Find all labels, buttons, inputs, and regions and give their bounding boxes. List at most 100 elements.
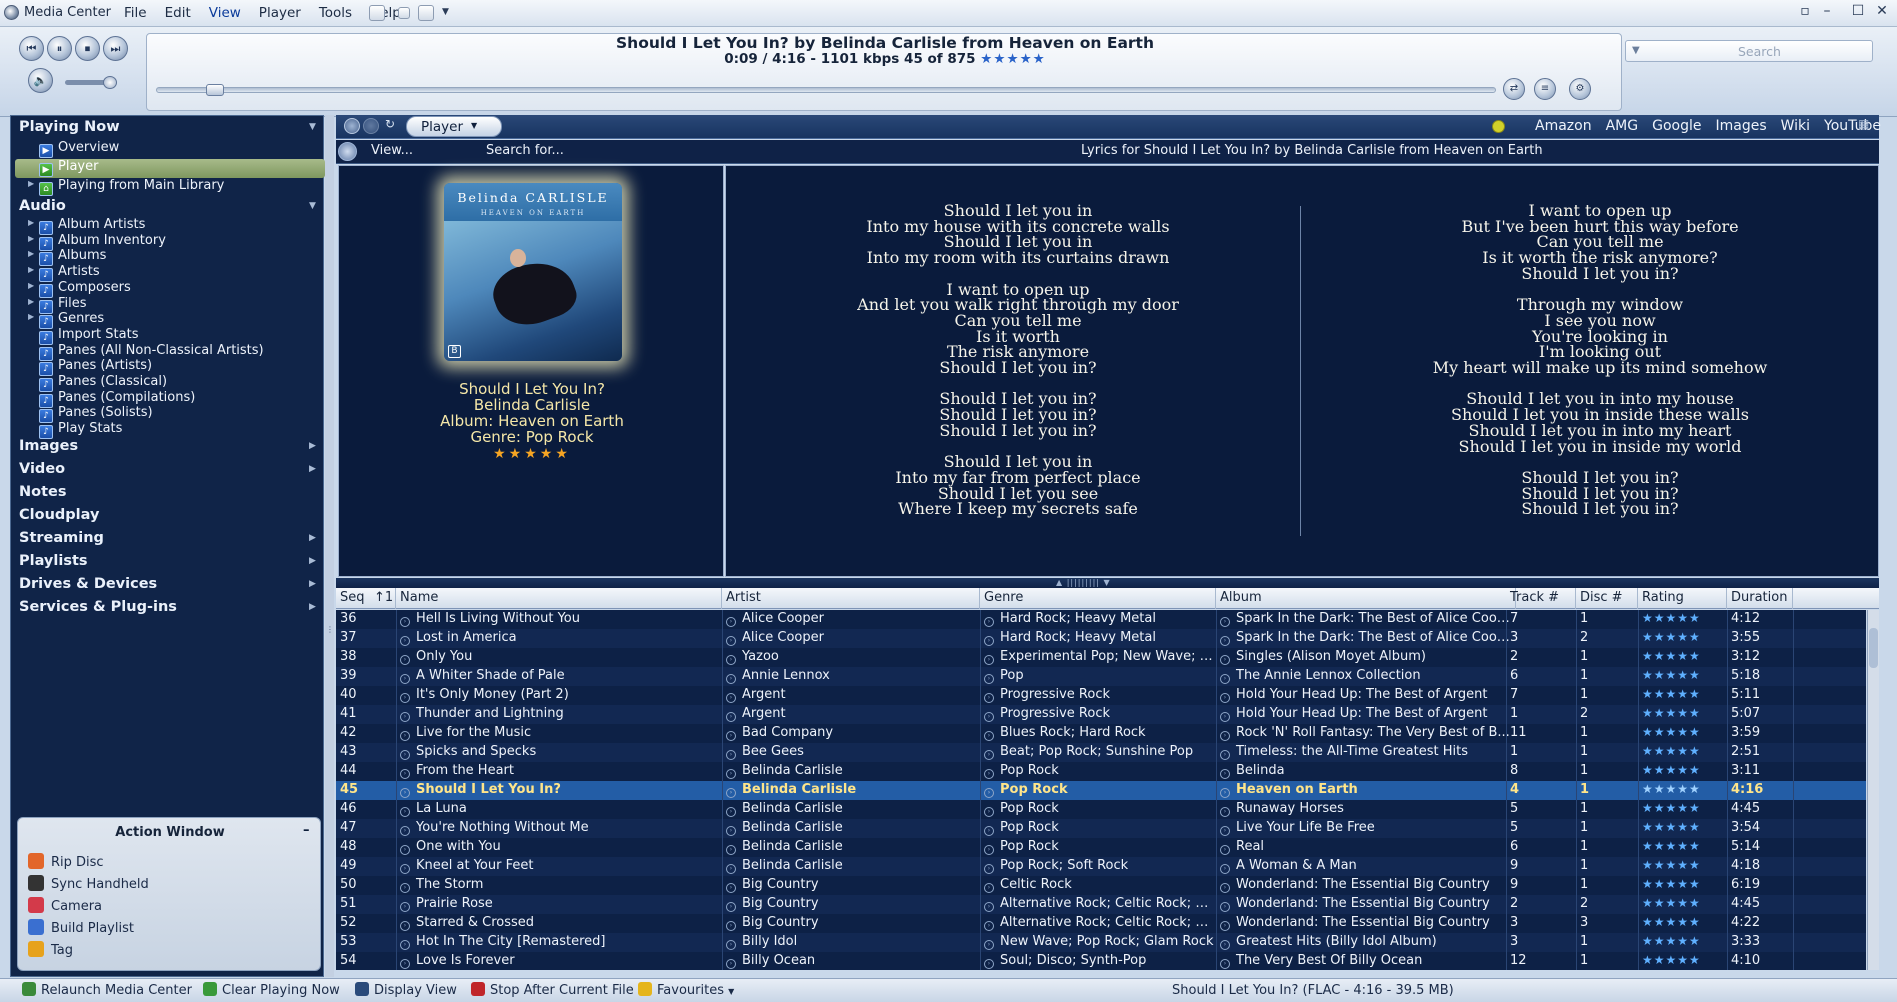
link-arrow-icon[interactable]: › bbox=[726, 636, 736, 646]
expand-icon[interactable]: ▶ bbox=[309, 441, 316, 451]
tree-images[interactable]: Images ▶ bbox=[19, 438, 316, 454]
link-arrow-icon[interactable]: › bbox=[1220, 617, 1230, 627]
link-arrow-icon[interactable]: › bbox=[400, 750, 410, 760]
forward-icon[interactable] bbox=[363, 118, 379, 134]
volume-icon[interactable]: 🔈 bbox=[28, 68, 53, 93]
clear-playing-now-button[interactable]: Clear Playing Now bbox=[203, 982, 340, 998]
link-arrow-icon[interactable]: › bbox=[984, 902, 994, 912]
toolbar-expand-icon[interactable] bbox=[418, 5, 434, 21]
link-arrow-icon[interactable]: › bbox=[1220, 959, 1230, 969]
cell-rating[interactable]: ★★★★★ bbox=[1638, 839, 1727, 857]
cell-rating[interactable]: ★★★★★ bbox=[1638, 896, 1727, 914]
shuffle-icon[interactable]: ⇄ bbox=[1503, 78, 1525, 100]
refresh-icon[interactable]: ↻ bbox=[385, 117, 395, 131]
link-arrow-icon[interactable]: › bbox=[400, 845, 410, 855]
expand-icon[interactable]: ▶ bbox=[309, 556, 316, 566]
link-arrow-icon[interactable]: › bbox=[1220, 883, 1230, 893]
pause-button[interactable]: ⏸ bbox=[47, 36, 72, 61]
link-arrow-icon[interactable]: › bbox=[400, 731, 410, 741]
column-disc[interactable]: Disc # bbox=[1576, 588, 1638, 609]
table-row[interactable]: 52 › Starred & Crossed › Big Country › Alterna… bbox=[336, 914, 1866, 933]
tree-playing-now[interactable]: Playing Now ▼ bbox=[19, 119, 316, 135]
action-sync-handheld[interactable]: Sync Handheld bbox=[28, 875, 149, 892]
table-row[interactable]: 51 › Prairie Rose › Big Country › Alternative … bbox=[336, 895, 1866, 914]
link-arrow-icon[interactable]: › bbox=[400, 807, 410, 817]
link-amazon[interactable]: Amazon bbox=[1528, 118, 1599, 134]
search-for-link[interactable]: Search for... bbox=[486, 143, 564, 158]
expand-icon[interactable]: ▶ bbox=[28, 218, 34, 227]
link-arrow-icon[interactable]: › bbox=[400, 788, 410, 798]
table-row[interactable]: 49 › Kneel at Your Feet › Belinda Carlisle › P… bbox=[336, 857, 1866, 876]
tree-notes[interactable]: Notes bbox=[19, 484, 67, 500]
link-arrow-icon[interactable]: › bbox=[984, 674, 994, 684]
link-arrow-icon[interactable]: › bbox=[984, 655, 994, 665]
link-arrow-icon[interactable]: › bbox=[1220, 750, 1230, 760]
cell-rating[interactable]: ★★★★★ bbox=[1638, 649, 1727, 667]
horizontal-splitter[interactable]: ▲ ||||||||| ▼ bbox=[336, 578, 1879, 588]
link-arrow-icon[interactable]: › bbox=[726, 788, 736, 798]
dsp-icon[interactable]: ⚙ bbox=[1569, 78, 1591, 100]
link-arrow-icon[interactable]: › bbox=[726, 959, 736, 969]
link-arrow-icon[interactable]: › bbox=[1220, 712, 1230, 722]
cell-rating[interactable]: ★★★★★ bbox=[1638, 744, 1727, 762]
cell-rating[interactable]: ★★★★★ bbox=[1638, 782, 1727, 800]
album-cover-art[interactable]: Belinda CARLISLE HEAVEN ON EARTH B bbox=[444, 183, 622, 361]
tree-video[interactable]: Video ▶ bbox=[19, 461, 316, 477]
chevron-down-icon[interactable]: ▼ bbox=[728, 987, 734, 996]
link-arrow-icon[interactable]: › bbox=[984, 617, 994, 627]
link-arrow-icon[interactable]: › bbox=[400, 902, 410, 912]
cell-rating[interactable]: ★★★★★ bbox=[1638, 763, 1727, 781]
link-arrow-icon[interactable]: › bbox=[726, 769, 736, 779]
link-arrow-icon[interactable]: › bbox=[726, 902, 736, 912]
link-arrow-icon[interactable]: › bbox=[1220, 769, 1230, 779]
next-button[interactable]: ⏭ bbox=[103, 36, 128, 61]
expand-icon[interactable]: ▶ bbox=[28, 297, 34, 306]
tree-services-plug-ins[interactable]: Services & Plug-ins ▶ bbox=[19, 599, 316, 615]
link-arrow-icon[interactable]: › bbox=[984, 864, 994, 874]
link-arrow-icon[interactable]: › bbox=[400, 883, 410, 893]
link-arrow-icon[interactable]: › bbox=[984, 750, 994, 760]
cell-rating[interactable]: ★★★★★ bbox=[1638, 611, 1727, 629]
expand-icon[interactable]: ▶ bbox=[309, 464, 316, 474]
relaunch-media-center-button[interactable]: Relaunch Media Center bbox=[22, 982, 192, 998]
link-arrow-icon[interactable]: › bbox=[400, 674, 410, 684]
expand-icon[interactable]: ▶ bbox=[28, 281, 34, 290]
cell-rating[interactable]: ★★★★★ bbox=[1638, 668, 1727, 686]
link-arrow-icon[interactable]: › bbox=[726, 845, 736, 855]
link-arrow-icon[interactable]: › bbox=[1220, 902, 1230, 912]
tree-item-overview[interactable]: ▶ Overview bbox=[39, 140, 119, 159]
link-arrow-icon[interactable]: › bbox=[400, 769, 410, 779]
link-arrow-icon[interactable]: › bbox=[1220, 807, 1230, 817]
equalizer-icon[interactable]: ≡ bbox=[1534, 78, 1556, 100]
link-arrow-icon[interactable]: › bbox=[726, 731, 736, 741]
link-arrow-icon[interactable]: › bbox=[1220, 655, 1230, 665]
table-row[interactable]: 53 › Hot In The City [Remastered] › Billy Id… bbox=[336, 933, 1866, 952]
favourites-button[interactable]: Favourites ▼ bbox=[638, 982, 734, 998]
expand-icon[interactable]: ▶ bbox=[28, 312, 34, 321]
link-arrow-icon[interactable]: › bbox=[726, 826, 736, 836]
table-row[interactable]: 43 › Spicks and Specks › Bee Gees › Beat; Pop … bbox=[336, 743, 1866, 762]
previous-button[interactable]: ⏮ bbox=[19, 36, 44, 61]
link-amg[interactable]: AMG bbox=[1599, 118, 1646, 134]
cell-rating[interactable]: ★★★★★ bbox=[1638, 820, 1727, 838]
link-arrow-icon[interactable]: › bbox=[984, 940, 994, 950]
splitter-grip-icon[interactable]: ⋮ bbox=[326, 625, 334, 634]
cell-rating[interactable]: ★★★★★ bbox=[1638, 953, 1727, 970]
link-arrow-icon[interactable]: › bbox=[984, 693, 994, 703]
window-restore-icon[interactable]: ▫ bbox=[1793, 3, 1817, 19]
view-menu-link[interactable]: View... bbox=[371, 143, 413, 158]
table-row[interactable]: 48 › One with You › Belinda Carlisle › Pop Roc… bbox=[336, 838, 1866, 857]
link-arrow-icon[interactable]: › bbox=[400, 617, 410, 627]
info-icon[interactable] bbox=[338, 142, 357, 161]
link-arrow-icon[interactable]: › bbox=[726, 693, 736, 703]
window-maximize-icon[interactable]: ☐ bbox=[1846, 3, 1870, 19]
action-camera[interactable]: Camera bbox=[28, 897, 102, 914]
link-images[interactable]: Images bbox=[1708, 118, 1773, 134]
link-arrow-icon[interactable]: › bbox=[1220, 788, 1230, 798]
table-row[interactable]: 39 › A Whiter Shade of Pale › Annie Lennox › P… bbox=[336, 667, 1866, 686]
link-arrow-icon[interactable]: › bbox=[400, 636, 410, 646]
link-arrow-icon[interactable]: › bbox=[984, 788, 994, 798]
chevron-down-icon[interactable]: ▼ bbox=[471, 121, 477, 130]
action-build-playlist[interactable]: Build Playlist bbox=[28, 919, 134, 936]
link-arrow-icon[interactable]: › bbox=[984, 636, 994, 646]
